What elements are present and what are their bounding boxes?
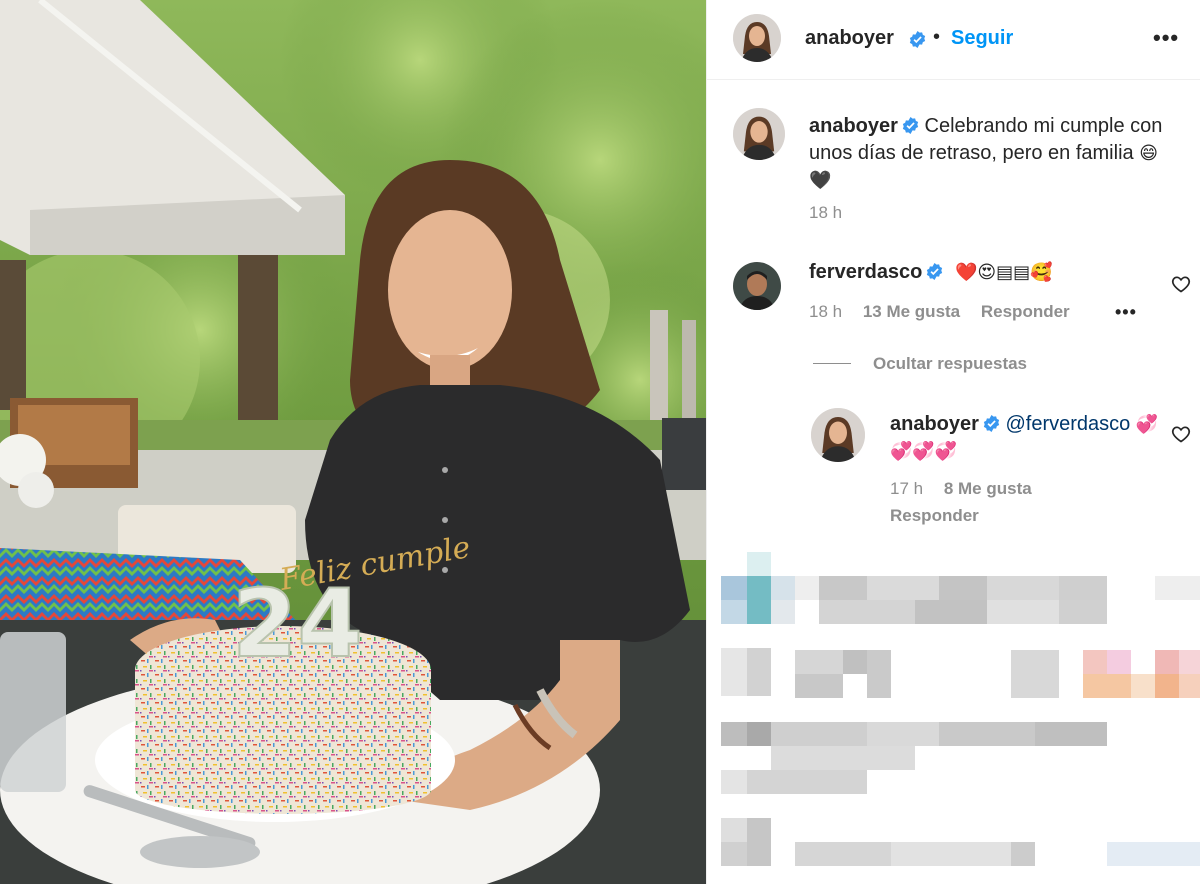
pixelated-comments-area xyxy=(721,552,1200,884)
post-header: anaboyer • Seguir ••• xyxy=(707,0,1200,80)
hide-replies-label: Ocultar respuestas xyxy=(873,354,1028,373)
comment: ferverdasco ❤️😍▤▤🥰 xyxy=(809,259,1053,286)
reply-avatar[interactable] xyxy=(811,408,865,462)
comment-meta: 18 h 13 Me gusta Responder xyxy=(809,302,1086,322)
caption-avatar[interactable] xyxy=(733,108,785,160)
reply-time[interactable]: 17 h xyxy=(890,479,923,498)
avatar-image xyxy=(811,408,865,462)
reply-comment: anaboyer @ferverdasco 💞💞💞💞 xyxy=(890,411,1160,465)
caption-meta: 18 h xyxy=(809,203,858,223)
more-options-button[interactable]: ••• xyxy=(1153,27,1179,49)
verified-badge-icon xyxy=(909,31,926,48)
verified-badge-icon xyxy=(902,117,919,134)
reply-meta: 17 h 8 Me gusta xyxy=(890,479,1048,499)
pixelated-content xyxy=(721,552,1200,866)
divider-line xyxy=(813,363,851,364)
reply-reply-button[interactable]: Responder xyxy=(890,506,979,525)
like-reply-heart-icon[interactable] xyxy=(1171,424,1191,444)
reply-mention-link[interactable]: @ferverdasco xyxy=(1006,413,1131,435)
reply-reply-meta: Responder xyxy=(890,506,995,526)
avatar-image xyxy=(733,14,781,62)
caption-username[interactable]: anaboyer xyxy=(809,115,898,137)
avatar-image xyxy=(733,262,781,310)
commenter-avatar[interactable] xyxy=(733,262,781,310)
comment-options-button[interactable]: ••• xyxy=(1115,302,1137,323)
caption-time[interactable]: 18 h xyxy=(809,203,842,222)
reply-username[interactable]: anaboyer xyxy=(890,413,979,435)
like-comment-heart-icon[interactable] xyxy=(1171,274,1191,294)
verified-badge-icon xyxy=(926,263,943,280)
comment-time[interactable]: 18 h xyxy=(809,302,842,321)
birthday-photo: 24 Feliz cumple xyxy=(0,0,706,884)
comment-username[interactable]: ferverdasco xyxy=(809,261,922,283)
author-username[interactable]: anaboyer xyxy=(805,27,894,50)
post-caption: anaboyer Celebrando mi cumple con unos d… xyxy=(809,113,1169,194)
follow-button[interactable]: Seguir xyxy=(951,27,1013,50)
comment-text: ❤️😍▤▤🥰 xyxy=(954,262,1053,282)
reply-likes[interactable]: 8 Me gusta xyxy=(944,479,1032,498)
author-avatar[interactable] xyxy=(733,14,781,62)
comment-likes[interactable]: 13 Me gusta xyxy=(863,302,960,321)
comment-reply-button[interactable]: Responder xyxy=(981,302,1070,321)
hide-replies-button[interactable]: Ocultar respuestas xyxy=(813,354,1027,374)
header-separator: • xyxy=(933,26,941,48)
avatar-image xyxy=(733,108,785,160)
verified-badge-icon xyxy=(983,415,1000,432)
post-photo[interactable]: 24 Feliz cumple xyxy=(0,0,706,884)
post-sidebar: anaboyer • Seguir ••• anaboyer Celebrand… xyxy=(706,0,1200,884)
